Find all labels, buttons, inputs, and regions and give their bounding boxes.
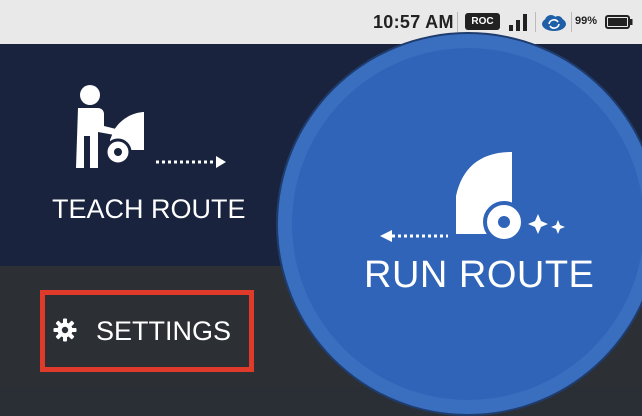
run-route-icon bbox=[380, 152, 565, 243]
battery-icon bbox=[605, 15, 633, 29]
gear-icon bbox=[53, 318, 77, 342]
run-route-label: RUN ROUTE bbox=[364, 254, 595, 296]
teach-route-icon bbox=[76, 85, 226, 168]
status-time: 10:57 AM bbox=[373, 12, 454, 32]
signal-icon bbox=[509, 14, 527, 31]
status-divider bbox=[571, 12, 572, 32]
battery-percent: 99% bbox=[575, 15, 598, 27]
settings-label: SETTINGS bbox=[96, 316, 232, 346]
cloud-sync-icon bbox=[542, 15, 566, 31]
teach-route-label: TEACH ROUTE bbox=[52, 194, 246, 224]
status-divider bbox=[457, 12, 458, 32]
status-divider bbox=[535, 12, 536, 32]
roc-badge: ROC bbox=[465, 13, 500, 30]
